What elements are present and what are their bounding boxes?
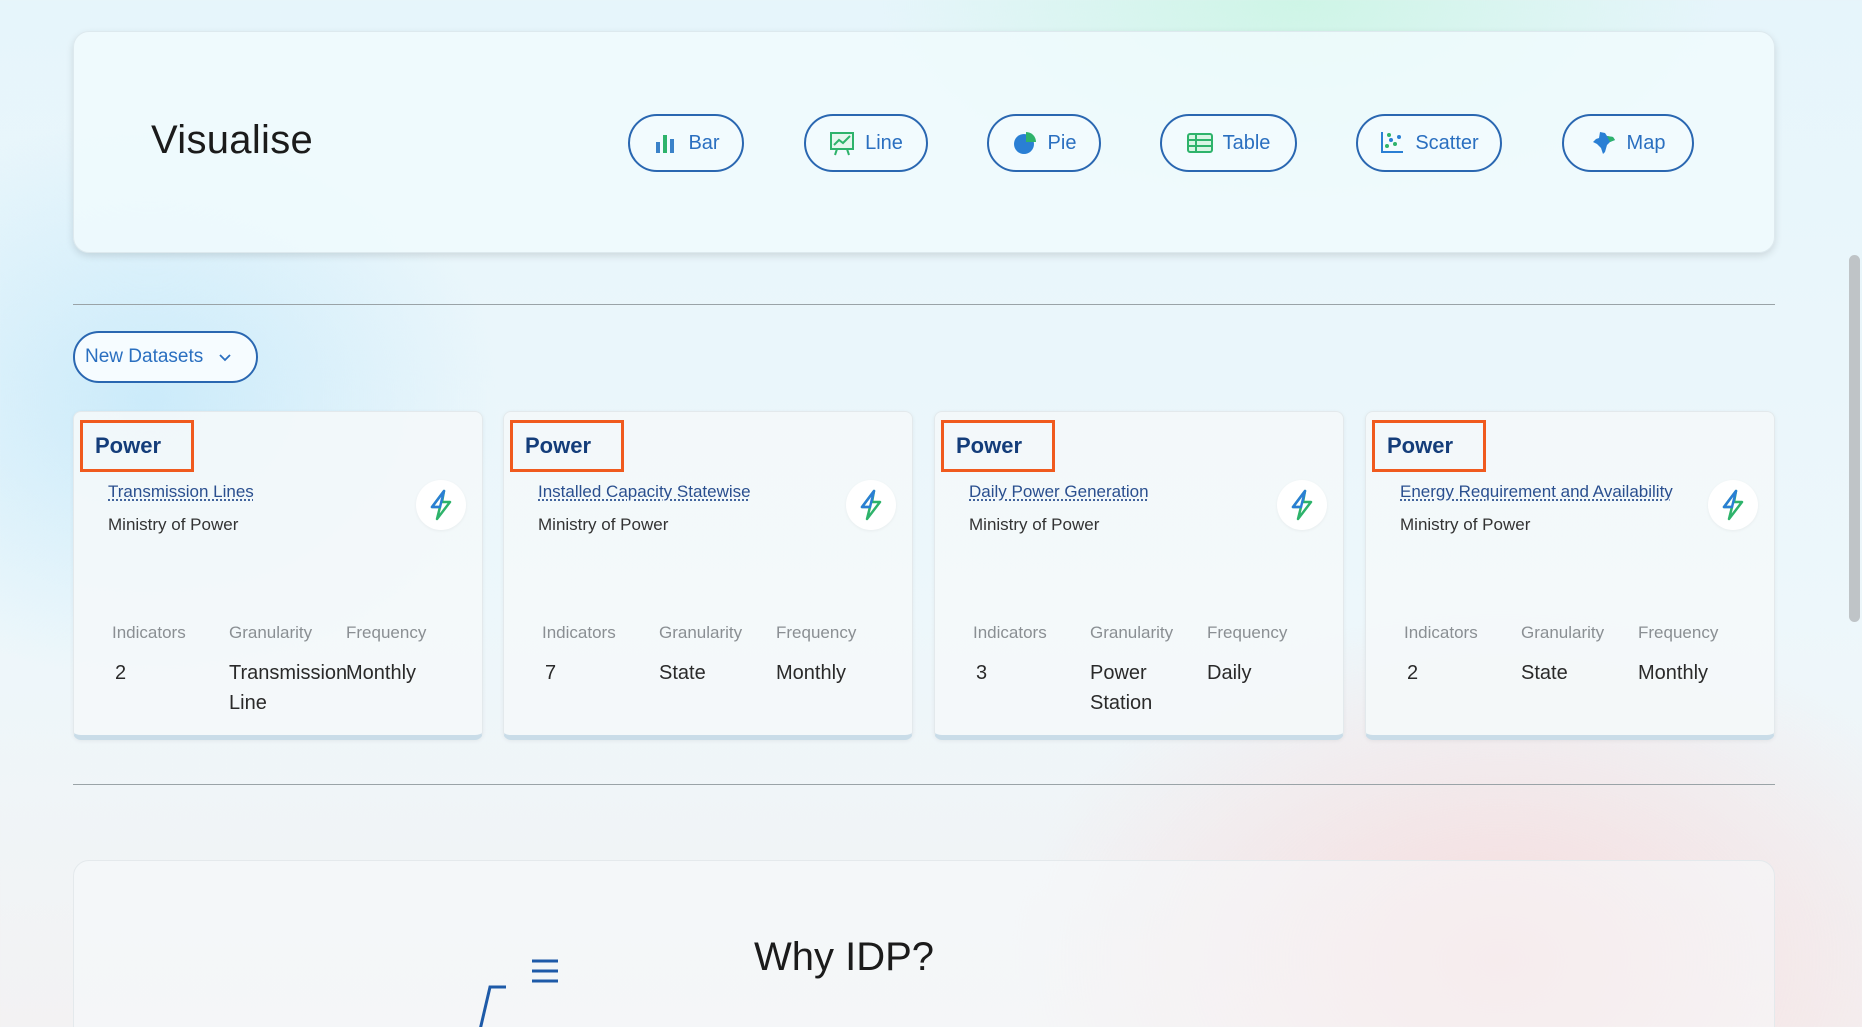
map-button-label: Map xyxy=(1626,131,1666,154)
dataset-card[interactable]: Power Energy Requirement and Availabilit… xyxy=(1365,411,1775,740)
connector-illustration xyxy=(479,959,558,1027)
scrollbar-thumb[interactable] xyxy=(1849,255,1860,622)
frequency-value: Monthly xyxy=(776,662,847,684)
frequency-value: Monthly xyxy=(1638,662,1709,684)
line-chart-icon xyxy=(830,132,855,156)
dataset-card[interactable]: Power Transmission Lines Ministry of Pow… xyxy=(73,411,483,740)
bolt-icon xyxy=(1722,489,1744,521)
granularity-value: State xyxy=(659,662,706,684)
granularity-label: Granularity xyxy=(659,623,743,642)
scrollbar[interactable] xyxy=(1846,0,1862,1027)
bolt-icon xyxy=(430,489,452,521)
card-sector: Power xyxy=(510,420,625,472)
section-divider-top xyxy=(73,304,1775,305)
indicators-label: Indicators xyxy=(1404,623,1478,642)
bolt-icon xyxy=(1291,489,1313,521)
bolt-button[interactable] xyxy=(1277,480,1327,530)
indicators-value: 2 xyxy=(1407,662,1419,684)
map-button[interactable]: Map xyxy=(1562,114,1694,172)
indicators-value: 7 xyxy=(545,662,557,684)
why-idp-title: Why IDP? xyxy=(754,935,935,979)
granularity-value: Power Station xyxy=(1090,662,1153,714)
frequency-value: Monthly xyxy=(346,662,417,684)
frequency-label: Frequency xyxy=(1207,623,1288,642)
granularity-label: Granularity xyxy=(229,623,313,642)
pie-button[interactable]: Pie xyxy=(987,114,1101,172)
frequency-label: Frequency xyxy=(346,623,427,642)
frequency-label: Frequency xyxy=(776,623,857,642)
scatter-chart-icon xyxy=(1381,132,1404,153)
bolt-button[interactable] xyxy=(846,480,896,530)
card-ministry: Ministry of Power xyxy=(538,515,669,534)
pie-chart-icon xyxy=(1013,132,1036,154)
card-title-link[interactable]: Transmission Lines xyxy=(108,482,254,502)
indicators-value: 2 xyxy=(115,662,127,684)
card-sector: Power xyxy=(1372,420,1487,472)
granularity-label: Granularity xyxy=(1521,623,1605,642)
card-title-link[interactable]: Daily Power Generation xyxy=(969,482,1149,502)
line-button[interactable]: Line xyxy=(804,114,928,172)
visualise-title: Visualise xyxy=(151,118,314,162)
indicators-label: Indicators xyxy=(112,623,186,642)
table-button-label: Table xyxy=(1222,131,1271,154)
bolt-button[interactable] xyxy=(1708,480,1758,530)
indicators-value: 3 xyxy=(976,662,988,684)
bar-button[interactable]: Bar xyxy=(628,114,744,172)
dataset-card[interactable]: Power Daily Power Generation Ministry of… xyxy=(934,411,1344,740)
frequency-value: Daily xyxy=(1207,662,1252,684)
visualise-panel: Visualise Bar Line Pie Table Scatter Map xyxy=(73,31,1775,253)
granularity-label: Granularity xyxy=(1090,623,1174,642)
scatter-button-label: Scatter xyxy=(1415,131,1479,154)
granularity-value: Transmission Line xyxy=(229,662,348,714)
new-datasets-dropdown[interactable]: New Datasets xyxy=(73,331,258,383)
card-ministry: Ministry of Power xyxy=(1400,515,1531,534)
bar-chart-icon xyxy=(656,135,675,153)
chevron-down-icon xyxy=(219,354,231,362)
card-title-link[interactable]: Installed Capacity Statewise xyxy=(538,482,751,502)
granularity-value: State xyxy=(1521,662,1568,684)
dataset-card[interactable]: Power Installed Capacity Statewise Minis… xyxy=(503,411,913,740)
card-title-link[interactable]: Energy Requirement and Availability xyxy=(1400,482,1673,502)
table-button[interactable]: Table xyxy=(1160,114,1297,172)
table-icon xyxy=(1186,133,1213,153)
card-ministry: Ministry of Power xyxy=(969,515,1100,534)
new-datasets-label: New Datasets xyxy=(85,346,204,367)
india-map-icon xyxy=(1592,132,1615,154)
card-sector: Power xyxy=(941,420,1056,472)
frequency-label: Frequency xyxy=(1638,623,1719,642)
section-divider-bottom xyxy=(73,784,1775,785)
pie-button-label: Pie xyxy=(1047,131,1077,154)
indicators-label: Indicators xyxy=(973,623,1047,642)
bolt-icon xyxy=(860,489,882,521)
bolt-button[interactable] xyxy=(416,480,466,530)
card-sector: Power xyxy=(80,420,195,472)
card-ministry: Ministry of Power xyxy=(108,515,239,534)
scatter-button[interactable]: Scatter xyxy=(1356,114,1502,172)
bar-button-label: Bar xyxy=(688,131,720,154)
line-button-label: Line xyxy=(865,131,903,154)
indicators-label: Indicators xyxy=(542,623,616,642)
